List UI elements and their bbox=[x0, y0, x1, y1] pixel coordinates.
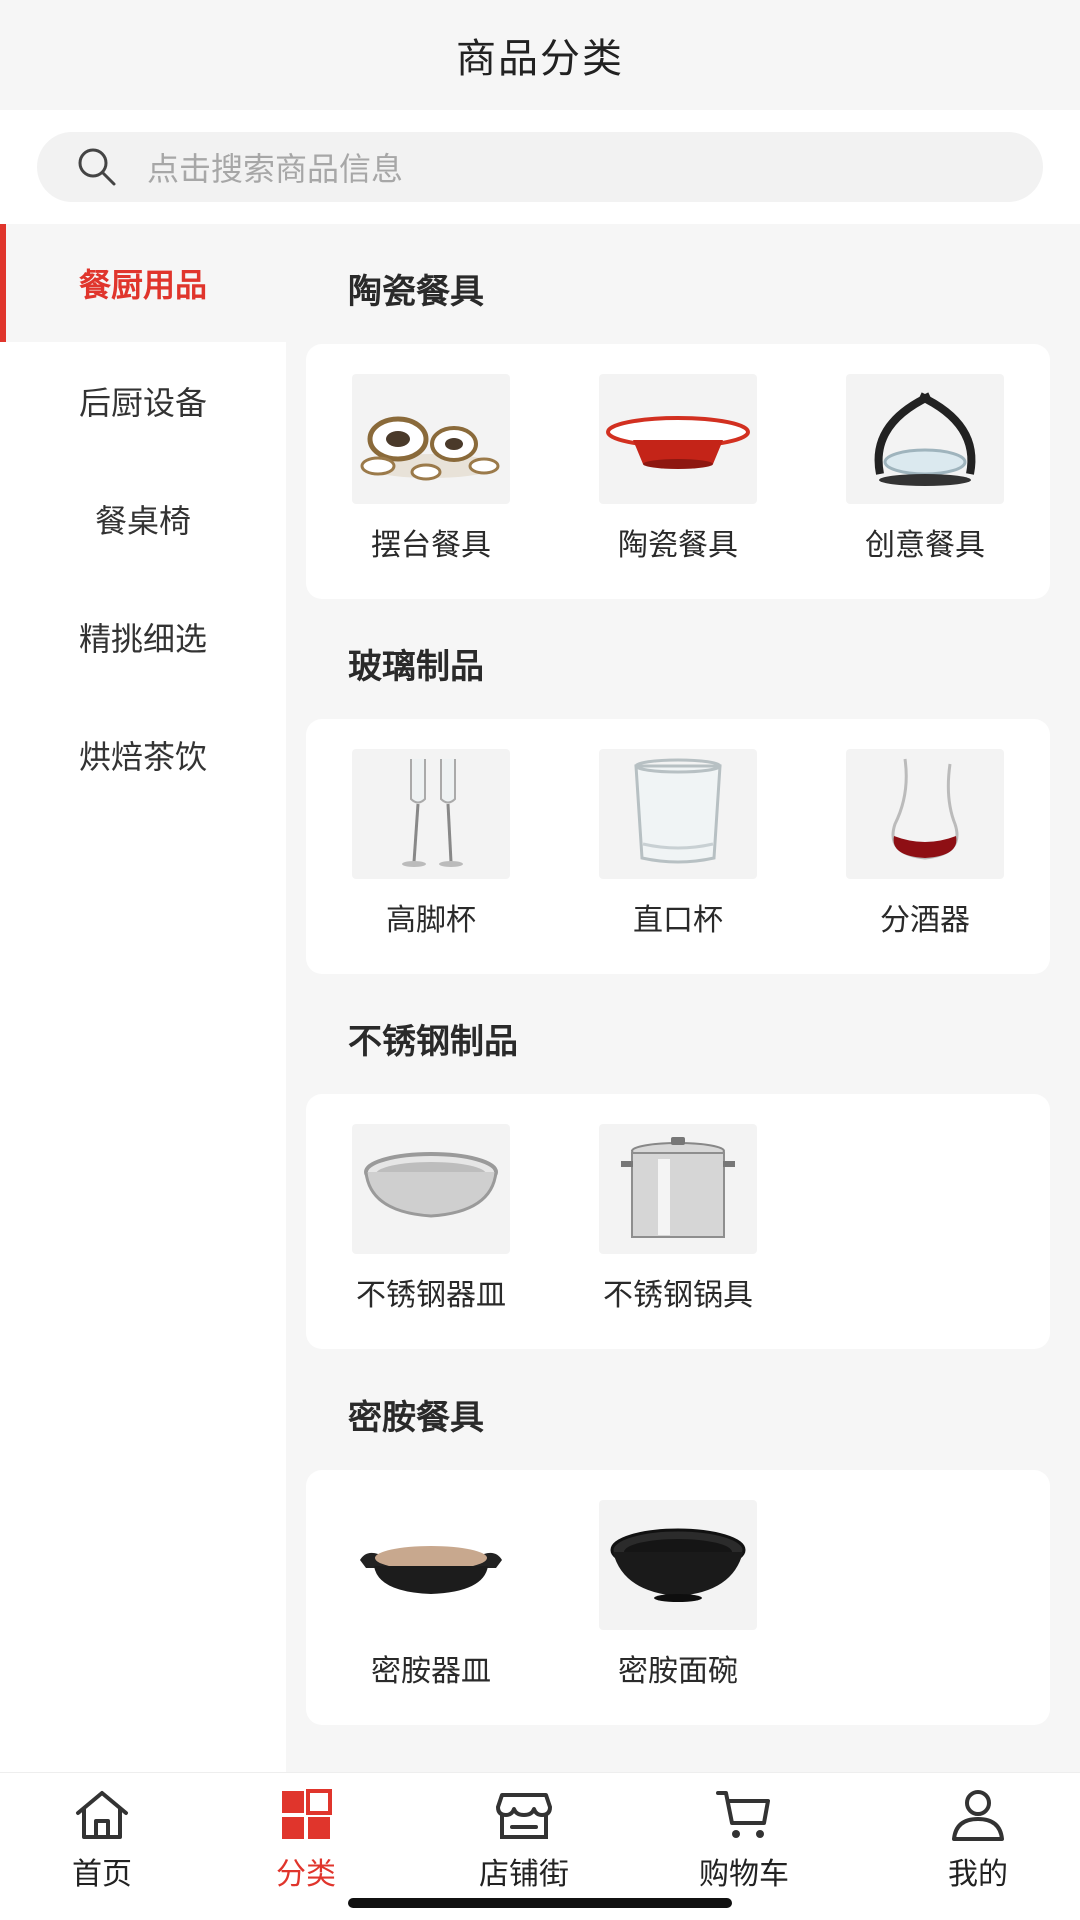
sidebar-item-back-kitchen[interactable]: 后厨设备 bbox=[0, 342, 286, 460]
subcategory-item[interactable]: 分酒器 bbox=[830, 749, 1020, 949]
subcategory-label: 直口杯 bbox=[633, 903, 723, 938]
search-placeholder: 点击搜索商品信息 bbox=[147, 150, 404, 188]
subcategory-label: 分酒器 bbox=[880, 903, 970, 938]
subcategory-item[interactable]: 直口杯 bbox=[583, 749, 773, 949]
store-icon bbox=[496, 1793, 552, 1839]
category-icon bbox=[282, 1789, 332, 1839]
subcategory-item[interactable]: 不锈钢器皿 bbox=[336, 1124, 526, 1324]
subcategory-item[interactable]: 陶瓷餐具 bbox=[583, 374, 773, 574]
tab-profile[interactable]: 我的 bbox=[898, 1787, 1058, 1897]
sidebar-item-label: 餐厨用品 bbox=[78, 266, 207, 304]
page-title: 商品分类 bbox=[456, 36, 624, 82]
sidebar-item-label: 后厨设备 bbox=[78, 384, 207, 422]
melamine-bowl-image bbox=[599, 1500, 757, 1630]
stainless-bowl-image bbox=[352, 1124, 510, 1254]
melamine-dish-image bbox=[352, 1500, 510, 1630]
subcategory-label: 创意餐具 bbox=[865, 528, 985, 563]
subcategory-label: 陶瓷餐具 bbox=[618, 528, 738, 563]
sidebar-item-label: 烘焙茶饮 bbox=[78, 738, 207, 776]
decanter-image bbox=[846, 749, 1004, 879]
subcategory-item[interactable]: 密胺器皿 bbox=[336, 1500, 526, 1700]
goblet-image bbox=[352, 749, 510, 879]
category-card: 摆台餐具 陶瓷餐具 创意餐具 bbox=[306, 344, 1050, 599]
sidebar-item-baking-tea[interactable]: 烘焙茶饮 bbox=[0, 696, 286, 814]
sidebar-item-kitchenware[interactable]: 餐厨用品 bbox=[0, 224, 286, 342]
section-title: 陶瓷餐具 bbox=[348, 272, 484, 312]
cart-icon bbox=[716, 1791, 770, 1838]
subcategory-item[interactable]: 摆台餐具 bbox=[336, 374, 526, 574]
sidebar-item-tables-chairs[interactable]: 餐桌椅 bbox=[0, 460, 286, 578]
subcategory-label: 不锈钢锅具 bbox=[603, 1278, 753, 1313]
subcategory-item[interactable]: 创意餐具 bbox=[830, 374, 1020, 574]
tab-store-street[interactable]: 店铺街 bbox=[444, 1787, 604, 1897]
category-card: 高脚杯 直口杯 分酒器 bbox=[306, 719, 1050, 974]
category-content: 陶瓷餐具 摆台餐具 陶瓷餐具 创意餐具 玻璃制品 高脚杯 直口杯 分酒器 不锈钢… bbox=[286, 224, 1080, 1772]
subcategory-label: 高脚杯 bbox=[386, 903, 476, 938]
category-sidebar: 餐厨用品 后厨设备 餐桌椅 精挑细选 烘焙茶饮 bbox=[0, 224, 286, 1772]
sidebar-item-label: 餐桌椅 bbox=[94, 502, 191, 540]
search-icon bbox=[78, 148, 116, 186]
tab-home[interactable]: 首页 bbox=[22, 1787, 182, 1897]
section-title: 密胺餐具 bbox=[348, 1398, 484, 1438]
tableware-set-image bbox=[352, 374, 510, 504]
ceramic-plate-image bbox=[599, 374, 757, 504]
tab-label: 分类 bbox=[276, 1857, 336, 1892]
tab-label: 店铺街 bbox=[479, 1857, 569, 1892]
tab-cart[interactable]: 购物车 bbox=[664, 1787, 824, 1897]
category-card: 不锈钢器皿 不锈钢锅具 bbox=[306, 1094, 1050, 1349]
subcategory-label: 摆台餐具 bbox=[371, 528, 491, 563]
section-title: 不锈钢制品 bbox=[348, 1022, 518, 1062]
tab-label: 购物车 bbox=[699, 1857, 789, 1892]
tab-category[interactable]: 分类 bbox=[226, 1787, 386, 1897]
home-icon bbox=[76, 1791, 128, 1839]
home-indicator bbox=[348, 1898, 732, 1908]
creative-tableware-image bbox=[846, 374, 1004, 504]
sidebar-item-label: 精挑细选 bbox=[78, 620, 207, 658]
stainless-pot-image bbox=[599, 1124, 757, 1254]
user-icon bbox=[952, 1790, 1004, 1841]
search-bar-container: 点击搜索商品信息 bbox=[0, 110, 1080, 224]
tumbler-glass-image bbox=[599, 749, 757, 879]
tab-label: 首页 bbox=[72, 1857, 132, 1892]
section-title: 玻璃制品 bbox=[348, 647, 484, 687]
subcategory-label: 密胺器皿 bbox=[371, 1654, 491, 1689]
subcategory-label: 密胺面碗 bbox=[618, 1654, 738, 1689]
subcategory-item[interactable]: 不锈钢锅具 bbox=[583, 1124, 773, 1324]
page-header: 商品分类 bbox=[0, 0, 1080, 110]
subcategory-label: 不锈钢器皿 bbox=[356, 1278, 506, 1313]
subcategory-item[interactable]: 密胺面碗 bbox=[583, 1500, 773, 1700]
tab-label: 我的 bbox=[948, 1857, 1008, 1892]
category-card: 密胺器皿 密胺面碗 bbox=[306, 1470, 1050, 1725]
search-input[interactable]: 点击搜索商品信息 bbox=[37, 132, 1043, 202]
subcategory-item[interactable]: 高脚杯 bbox=[336, 749, 526, 949]
sidebar-item-selected[interactable]: 精挑细选 bbox=[0, 578, 286, 696]
